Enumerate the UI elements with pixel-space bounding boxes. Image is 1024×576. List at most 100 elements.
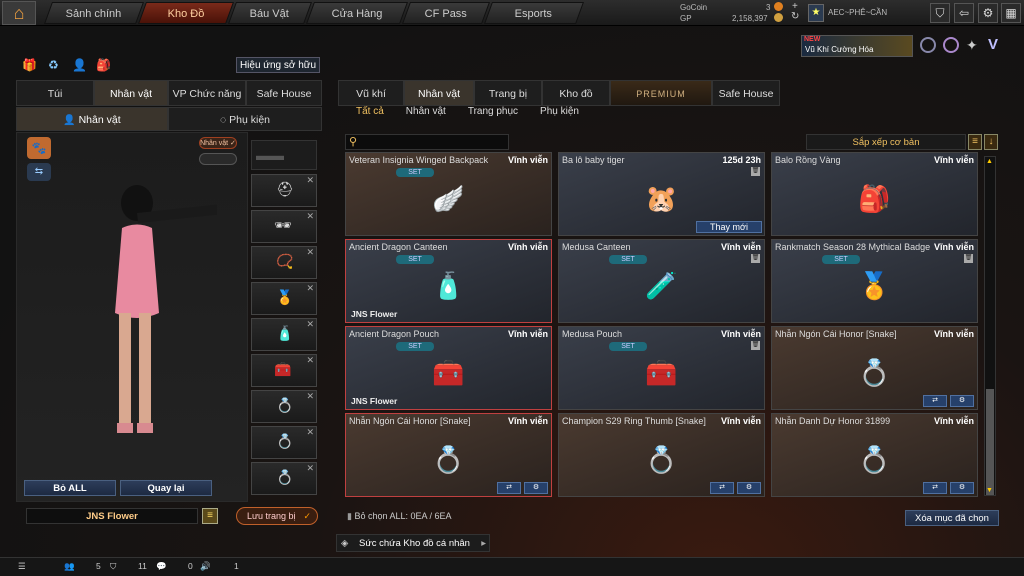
item-card[interactable]: Rankmatch Season 28 Mythical Badge Vĩnh v…	[771, 239, 978, 323]
chat-icon[interactable]: 💬	[156, 561, 167, 572]
scroll-thumb[interactable]	[986, 389, 994, 495]
remove-icon[interactable]: ✕	[306, 211, 314, 222]
item-card[interactable]: Medusa Pouch Vĩnh viễn SET 🧰 🗑	[558, 326, 765, 410]
sort-dropdown[interactable]: Sắp xếp cơ bản	[806, 134, 966, 150]
equip-slot-badge[interactable]: ✕ 🏅	[251, 282, 317, 315]
friends-icon[interactable]: 👥	[64, 561, 75, 572]
remove-icon[interactable]: ✕	[306, 355, 314, 366]
swap-gp-icon[interactable]: ⇄	[923, 395, 947, 407]
tab-character-r[interactable]: Nhân vật	[404, 80, 474, 106]
home-icon[interactable]: ⌂	[2, 1, 36, 25]
trash-icon[interactable]: 🗑	[751, 167, 760, 176]
equip-slot-ring3[interactable]: ✕ 💍	[251, 462, 317, 495]
nav-tab-shop[interactable]: Cửa Hàng	[305, 2, 409, 24]
weapon-slot[interactable]: ▬▬	[251, 140, 317, 170]
gift-icon[interactable]: 🎁	[22, 58, 37, 72]
renew-button[interactable]: Thay mới	[696, 221, 762, 233]
equip-slot-glasses[interactable]: ✕ 🕶	[251, 210, 317, 243]
pose-icon[interactable]: ⇆	[27, 163, 51, 181]
menu-icon[interactable]: ≡	[202, 508, 218, 524]
shield-icon[interactable]: ⛉	[110, 561, 116, 572]
scroll-down-icon[interactable]: ▼	[986, 487, 993, 494]
refresh-icon[interactable]: ↻	[791, 11, 799, 22]
nav-tab-lobby[interactable]: Sảnh chính	[43, 2, 145, 24]
sort-arrow-icon[interactable]: ↓	[984, 134, 998, 150]
tab-safehouse-r[interactable]: Safe House	[712, 80, 780, 106]
capacity-button[interactable]: ◈ Sức chứa Kho đồ cá nhân ▸	[336, 534, 490, 552]
item-scrollbar[interactable]: ▲ ▼	[984, 156, 996, 496]
emblem-icon[interactable]	[920, 37, 936, 53]
nav-tab-esports[interactable]: Esports	[483, 2, 585, 24]
item-card[interactable]: Champion S29 Ring Thumb [Snake] Vĩnh viễn…	[558, 413, 765, 497]
equip-slot-pendant[interactable]: ✕ 📿	[251, 246, 317, 279]
nav-tab-treasure[interactable]: Báu Vật	[227, 2, 313, 24]
save-equipment-button[interactable]: Lưu trang bị ✓	[236, 507, 318, 525]
delete-selected-button[interactable]: Xóa mục đã chọn	[905, 510, 999, 526]
remove-icon[interactable]: ✕	[306, 175, 314, 186]
subtab-character-r[interactable]: Nhân vật	[406, 106, 446, 117]
gear-icon[interactable]: ⚙	[524, 482, 548, 494]
item-card[interactable]: Balo Rồng Vàng Vĩnh viễn 🎒	[771, 152, 978, 236]
equip-slot-canteen[interactable]: ✕ 🧴	[251, 318, 317, 351]
tab-weapon[interactable]: Vũ khí	[338, 80, 404, 106]
back-button[interactable]: Quay lại	[120, 480, 212, 496]
item-card[interactable]: Nhẫn Ngón Cái Honor [Snake] Vĩnh viễn 💍 ⇄ ⚙	[771, 326, 978, 410]
badge-icon[interactable]: ⛉	[930, 3, 950, 23]
item-card[interactable]: Nhẫn Danh Dự Honor 31899 Vĩnh viễn 💍 ⇄ ⚙	[771, 413, 978, 497]
gear-icon[interactable]: ⚙	[950, 482, 974, 494]
item-card[interactable]: Ancient Dragon Pouch Vĩnh viễn SET JNS Flow…	[345, 326, 552, 410]
item-card[interactable]: Medusa Canteen Vĩnh viễn SET 🧪 🗑	[558, 239, 765, 323]
tab-gear[interactable]: Trang bị	[474, 80, 542, 106]
swap-gp-icon[interactable]: ⇄	[923, 482, 947, 494]
equip-slot-helmet[interactable]: ✕ ⛑	[251, 174, 317, 207]
emote-icon[interactable]: 🐾	[27, 137, 51, 159]
menu-list-icon[interactable]: ☰	[18, 561, 26, 572]
v-logo-icon[interactable]: V	[988, 36, 998, 53]
gear-icon[interactable]: ⚙	[950, 395, 974, 407]
character-badge[interactable]: Nhân vật ✓	[199, 137, 237, 149]
equip-slot-ring1[interactable]: ✕ 💍	[251, 390, 317, 423]
equip-slot-ring2[interactable]: ✕ 💍	[251, 426, 317, 459]
gear-icon[interactable]: ⚙	[737, 482, 761, 494]
exit-icon[interactable]: ⇦	[954, 3, 974, 23]
trash-icon[interactable]: 🗑	[751, 254, 760, 263]
tab-storage[interactable]: Kho đồ	[542, 80, 610, 106]
item-card[interactable]: Nhẫn Ngón Cái Honor [Snake] Vĩnh viễn 💍 ⇄ ⚙	[345, 413, 552, 497]
search-field[interactable]: ⚲	[345, 134, 509, 150]
remove-all-button[interactable]: Bỏ ALL	[24, 480, 116, 496]
remove-icon[interactable]: ✕	[306, 463, 314, 474]
tab-character[interactable]: Nhân vật	[94, 80, 168, 106]
gear-icon[interactable]: ⚙	[978, 3, 998, 23]
cup-icon[interactable]	[943, 37, 959, 53]
bag-icon[interactable]: 🎒	[96, 58, 111, 72]
remove-icon[interactable]: ✕	[306, 391, 314, 402]
tab-bag[interactable]: Túi	[16, 80, 94, 106]
item-card[interactable]: Ba lô baby tiger 125d 23h 🐹 Thay mới 🗑	[558, 152, 765, 236]
tab-premium[interactable]: PREMIUM	[610, 80, 712, 106]
trash-icon[interactable]: 🗑	[751, 341, 760, 350]
grid-icon[interactable]: ▦	[1001, 3, 1021, 23]
scroll-up-icon[interactable]: ▲	[986, 158, 993, 165]
equip-slot-pouch[interactable]: ✕ 🧰	[251, 354, 317, 387]
toggle-icon[interactable]	[199, 153, 237, 165]
swap-gp-icon[interactable]: ⇄	[710, 482, 734, 494]
remove-icon[interactable]: ✕	[306, 247, 314, 258]
person-icon[interactable]: 👤	[72, 58, 87, 72]
subtab-all[interactable]: Tất cả	[338, 106, 384, 117]
remove-icon[interactable]: ✕	[306, 427, 314, 438]
remove-icon[interactable]: ✕	[306, 283, 314, 294]
speaker-icon[interactable]: 🔊	[200, 561, 211, 572]
list-icon[interactable]: ≡	[968, 134, 982, 150]
select-all-status[interactable]: ▮ Bỏ chọn ALL: 0EA / 6EA	[347, 511, 452, 522]
trash-icon[interactable]: 🗑	[964, 254, 973, 263]
item-card[interactable]: Veteran Insignia Winged Backpack Vĩnh viễ…	[345, 152, 552, 236]
subtab-accessory[interactable]: ◌ Phụ kiện	[168, 107, 322, 131]
item-card[interactable]: Ancient Dragon Canteen Vĩnh viễn SET JNS Fl…	[345, 239, 552, 323]
subtab-costume[interactable]: Trang phục	[468, 106, 518, 117]
swap-gp-icon[interactable]: ⇄	[497, 482, 521, 494]
settings-icon[interactable]: ✦	[966, 37, 978, 54]
remove-icon[interactable]: ✕	[306, 319, 314, 330]
preset-name-field[interactable]: JNS Flower	[26, 508, 198, 524]
cycle-icon[interactable]: ♻	[48, 58, 59, 72]
ownership-effect-button[interactable]: Hiệu ứng sở hữu	[236, 57, 320, 73]
